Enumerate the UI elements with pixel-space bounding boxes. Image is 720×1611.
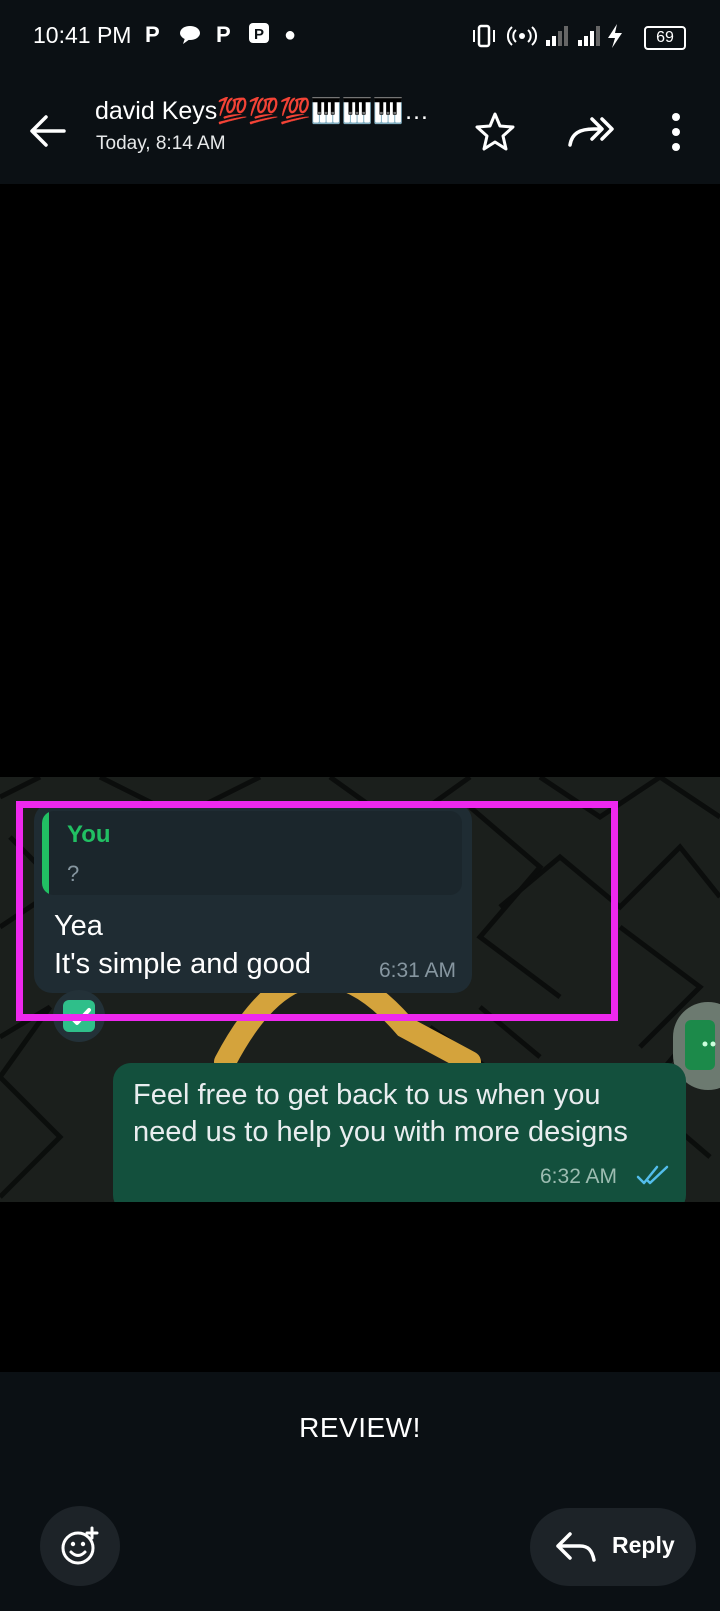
status-bar: 10:41 PM P P P ● 69 (0, 0, 720, 75)
outgoing-message-text: Feel free to get back to us when you nee… (133, 1079, 628, 1148)
vibrate-icon (470, 24, 498, 53)
signal-weak-icon (544, 24, 572, 53)
hotspot-icon (506, 24, 538, 53)
status-time: 10:41 PM (33, 22, 132, 48)
forward-button[interactable] (566, 109, 616, 155)
charging-icon (606, 23, 624, 54)
dot-indicator: ● (284, 24, 297, 46)
signal-strong-icon (576, 24, 604, 53)
app-bar: david Keys💯💯💯🎹🎹🎹… Today, 8:14 AM (0, 75, 720, 184)
back-button[interactable] (24, 107, 72, 155)
star-icon (475, 112, 515, 151)
battery-indicator: 69 (644, 26, 686, 50)
star-button[interactable] (472, 109, 518, 155)
reply-button[interactable]: Reply (530, 1508, 696, 1586)
reply-arrow-icon (556, 1532, 596, 1562)
react-emoji-button[interactable] (40, 1506, 120, 1586)
notification-p-box-icon: P (248, 22, 270, 50)
more-vertical-icon (672, 113, 680, 151)
bottom-panel: REVIEW! Reply (0, 1372, 720, 1611)
read-receipt-icon (636, 1165, 669, 1185)
image-caption: REVIEW! (299, 1412, 421, 1443)
outgoing-message-bubble: Feel free to get back to us when you nee… (113, 1063, 686, 1202)
add-emoji-icon (61, 1526, 99, 1565)
message-date: Today, 8:14 AM (96, 133, 226, 154)
svg-text:P: P (254, 26, 264, 43)
notification-p-icon: P (145, 22, 160, 47)
highlight-annotation-box (16, 801, 618, 1021)
chat-bubble-icon (178, 24, 202, 52)
forward-icon (568, 117, 614, 147)
more-options-button[interactable] (654, 107, 698, 157)
image-viewer[interactable]: You ? Yea It's simple and good 6:31 AM F… (0, 184, 720, 1372)
outgoing-timestamp: 6:32 AM (540, 1165, 618, 1188)
back-arrow-icon (30, 115, 66, 147)
reply-label: Reply (612, 1532, 675, 1558)
notification-p-icon: P (216, 22, 231, 47)
contact-name[interactable]: david Keys💯💯💯🎹🎹🎹… (95, 97, 455, 126)
shared-screenshot-image: You ? Yea It's simple and good 6:31 AM F… (0, 777, 720, 1202)
